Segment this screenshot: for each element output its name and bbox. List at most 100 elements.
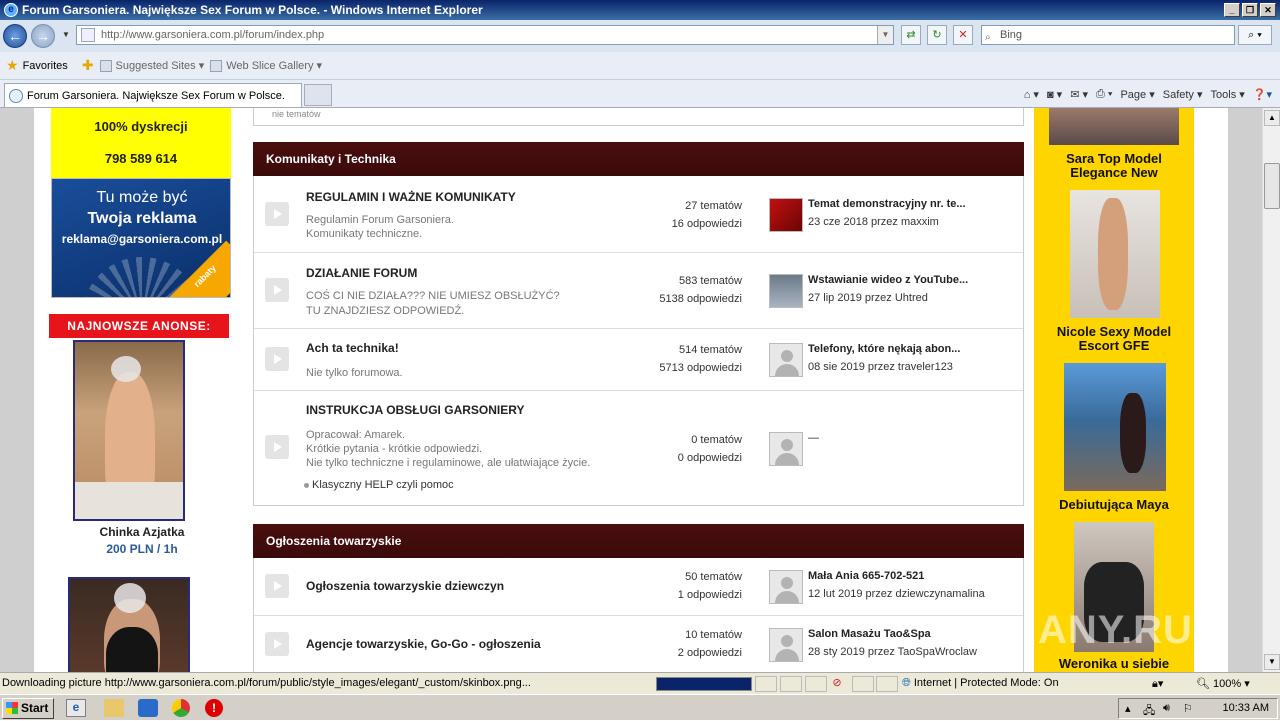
zoom-level[interactable]: 🔍︎ 100% ▾ [1196, 677, 1250, 690]
tray-arrow-icon[interactable]: ▴ [1125, 702, 1131, 715]
ad-photo[interactable] [1064, 363, 1166, 491]
stop-icon[interactable]: ✕ [953, 25, 973, 45]
forum-title[interactable]: Ogłoszenia towarzyskie dziewczyn [306, 579, 504, 593]
forum-title[interactable]: INSTRUKCJA OBSŁUGI GARSONIERY [306, 403, 524, 417]
category-header[interactable]: Ogłoszenia towarzyskie [253, 524, 1024, 558]
last-post-title[interactable]: Telefony, które nękają abon... [808, 343, 960, 355]
volume-icon[interactable]: 🔊︎ [1163, 702, 1170, 715]
compatibility-icon[interactable]: ⇄ [901, 25, 921, 45]
print-icon[interactable]: ⎙ ▾ [1096, 88, 1112, 101]
back-button[interactable]: ← [3, 24, 27, 48]
safety-menu[interactable]: Safety ▾ [1163, 88, 1203, 101]
chrome-taskbar-icon[interactable] [172, 699, 190, 717]
history-dropdown-icon[interactable]: ▼ [62, 30, 70, 39]
last-post-meta[interactable]: 23 cze 2018 przez maxxim [808, 216, 939, 228]
protected-mode-lock-icon[interactable]: 🔒︎▾ [1152, 677, 1163, 691]
last-post-title[interactable]: Mała Ania 665-702-521 [808, 570, 924, 582]
web-slice-gallery-link[interactable]: Web Slice Gallery ▾ [210, 59, 322, 72]
address-dropdown-icon[interactable]: ▼ [877, 26, 893, 44]
popup-blocked-icon[interactable]: ⊘ [826, 676, 848, 692]
tab-label: Forum Garsoniera. Największe Sex Forum w… [27, 89, 285, 102]
subforum-link[interactable]: Klasyczny HELP czyli pomoc [304, 479, 454, 491]
scroll-thumb[interactable] [1264, 163, 1280, 209]
last-post-title[interactable]: Temat demonstracyjny nr. te... [808, 198, 966, 210]
help-icon[interactable]: ❓▾ [1253, 88, 1272, 101]
new-tab-button[interactable] [304, 84, 332, 106]
user-avatar[interactable] [769, 198, 803, 232]
globe-icon: 🌐︎ [902, 677, 911, 689]
scroll-down-icon[interactable]: ▼ [1264, 654, 1280, 670]
minimize-button[interactable]: _ [1224, 3, 1240, 17]
page-menu[interactable]: Page ▾ [1120, 88, 1154, 101]
address-bar[interactable]: http://www.garsoniera.com.pl/forum/index… [76, 25, 894, 45]
last-post-meta[interactable]: 08 sie 2019 przez traveler123 [808, 361, 953, 373]
tab-forum[interactable]: Forum Garsoniera. Największe Sex Forum w… [4, 83, 302, 107]
folder-taskbar-icon[interactable] [104, 699, 124, 717]
close-button[interactable]: ✕ [1260, 3, 1276, 17]
forum-title[interactable]: Ach ta technika! [306, 341, 399, 355]
taskbar: Start e ! ▴ 🖧︎ 🔊︎ ⚐ 10:33 AM [0, 694, 1280, 720]
ad-name-line: Elegance New [1070, 165, 1158, 180]
forum-title[interactable]: Agencje towarzyskie, Go-Go - ogłoszenia [306, 637, 541, 651]
flag-icon[interactable]: ⚐ [1183, 702, 1193, 715]
discretion-text: 100% dyskrecji [94, 119, 188, 134]
last-post-meta[interactable]: 12 lut 2019 przez dziewczynamalina [808, 588, 985, 600]
forum-stats: 10 tematów 2 odpowiedzi [614, 626, 742, 662]
favorites-button[interactable]: Favorites [23, 60, 68, 72]
zone-label: Internet | Protected Mode: On [913, 677, 1059, 689]
search-button[interactable]: ⌕ ▾ [1238, 25, 1272, 45]
web-slice-gallery-label: Web Slice Gallery ▾ [226, 60, 323, 72]
home-icon[interactable]: ⌂ ▾ [1024, 88, 1039, 101]
scroll-up-icon[interactable]: ▲ [1264, 110, 1280, 126]
security-zone[interactable]: 🌐︎ Internet | Protected Mode: On [902, 677, 1059, 690]
last-post-meta[interactable]: 27 lip 2019 przez Uhtred [808, 292, 928, 304]
media-player-taskbar-icon[interactable] [138, 699, 158, 717]
add-favorite-icon[interactable]: ✚ [82, 57, 94, 74]
tab-page-icon [9, 88, 23, 103]
last-post-title[interactable]: Salon Masażu Tao&Spa [808, 628, 931, 640]
forum-read-icon [265, 278, 289, 302]
ad-photo[interactable] [1070, 190, 1160, 318]
vertical-scrollbar[interactable]: ▲ ▼ [1262, 108, 1280, 672]
forum-read-icon [265, 435, 289, 459]
clock[interactable]: 10:33 AM [1223, 702, 1269, 714]
user-avatar[interactable] [769, 274, 803, 308]
search-input[interactable]: ⌕ Bing [981, 25, 1235, 45]
left-sidebar: 100% dyskrecji 798 589 614 Tu może być T… [42, 108, 242, 672]
ad-name[interactable]: Weronika u siebie [1034, 657, 1194, 671]
category-header[interactable]: Komunikaty i Technika [253, 142, 1024, 176]
mail-icon[interactable]: ✉ ▾ [1070, 88, 1088, 101]
forum-title[interactable]: DZIAŁANIE FORUM [306, 266, 417, 280]
last-post-title[interactable]: Wstawianie wideo z YouTube... [808, 274, 968, 286]
warning-taskbar-icon[interactable]: ! [205, 699, 223, 717]
reply-count: 2 odpowiedzi [677, 647, 742, 659]
ad-photo[interactable] [73, 340, 185, 521]
web-slice-icon [210, 59, 223, 72]
restore-button[interactable]: ❐ [1242, 3, 1258, 17]
ad-name[interactable]: Debiutująca Maya [1034, 498, 1194, 512]
forward-button[interactable]: → [31, 24, 55, 48]
ad-name[interactable]: Chinka Azjatka [42, 525, 242, 539]
tools-menu[interactable]: Tools ▾ [1211, 88, 1245, 101]
forum-title[interactable]: REGULAMIN I WAŻNE KOMUNIKATY [306, 190, 516, 204]
ad-photo[interactable] [68, 577, 190, 672]
network-icon[interactable]: 🖧︎ [1143, 702, 1155, 721]
forum-desc: Komunikaty techniczne. [306, 228, 423, 240]
photo-tub [75, 482, 183, 519]
feeds-icon[interactable]: ◙ ▾ [1047, 88, 1062, 101]
ie-taskbar-icon[interactable]: e [66, 699, 86, 717]
ad-photo[interactable] [1049, 108, 1179, 145]
refresh-icon[interactable]: ↻ [927, 25, 947, 45]
photo-figure [1098, 198, 1128, 310]
ad-name[interactable]: Sara Top Model Elegance New [1034, 152, 1194, 180]
suggested-sites-link[interactable]: Suggested Sites ▾ [99, 59, 204, 72]
category: Ogłoszenia towarzyskie Ogłoszenia towarz… [253, 524, 1024, 672]
default-avatar-icon[interactable] [769, 343, 803, 377]
default-avatar-icon[interactable] [769, 570, 803, 604]
favorites-star-icon[interactable]: ★ [6, 57, 19, 74]
ad-banner[interactable]: Tu może być Twoja reklama reklama@garson… [51, 178, 231, 298]
start-button[interactable]: Start [2, 698, 54, 719]
default-avatar-icon[interactable] [769, 628, 803, 662]
ad-name[interactable]: Nicole Sexy Model Escort GFE [1034, 325, 1194, 353]
last-post-meta[interactable]: 28 sty 2019 przez TaoSpaWroclaw [808, 646, 977, 658]
